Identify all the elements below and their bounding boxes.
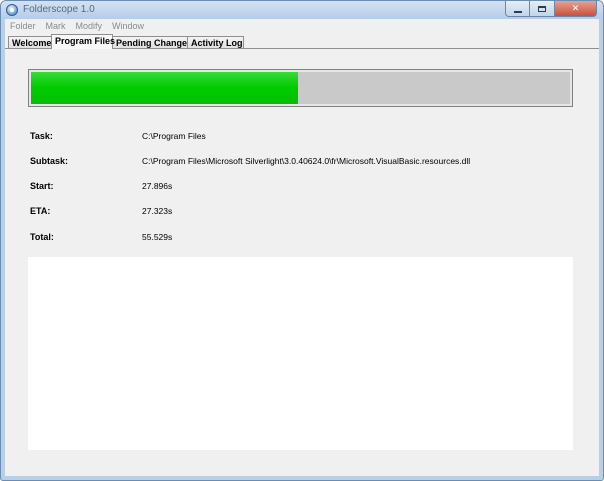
progress-track xyxy=(31,72,570,104)
caption-buttons: ✕ xyxy=(505,1,597,17)
subtask-label: Subtask: xyxy=(30,156,69,166)
eta-label: ETA: xyxy=(30,206,51,216)
start-label: Start: xyxy=(30,181,54,191)
menu-window[interactable]: Window xyxy=(107,19,149,33)
menu-bar: Folder Mark Modify Window xyxy=(5,19,599,33)
menu-folder[interactable]: Folder xyxy=(5,19,41,33)
menu-mark[interactable]: Mark xyxy=(41,19,71,33)
window-title: Folderscope 1.0 xyxy=(23,4,95,15)
close-button[interactable]: ✕ xyxy=(555,1,597,17)
total-label: Total: xyxy=(30,232,54,242)
close-icon: ✕ xyxy=(571,3,580,13)
eta-value: 27.323s xyxy=(142,206,173,216)
subtask-value: C:\Program Files\Microsoft Silverlight\3… xyxy=(142,156,471,166)
minimize-button[interactable] xyxy=(505,1,530,17)
start-value: 27.896s xyxy=(142,181,173,191)
scan-progress-bar xyxy=(28,69,573,107)
minimize-icon xyxy=(513,10,522,13)
task-value: C:\Program Files xyxy=(142,131,206,141)
app-window: Folderscope 1.0 ✕ Folder Mark Modify Win… xyxy=(0,0,604,481)
task-label: Task: xyxy=(30,131,53,141)
tab-strip: Welcome Program Files Pending Changes Ac… xyxy=(5,33,599,49)
total-value: 55.529s xyxy=(142,232,173,242)
maximize-icon xyxy=(538,5,546,12)
title-bar[interactable]: Folderscope 1.0 ✕ xyxy=(1,1,603,19)
maximize-button[interactable] xyxy=(530,1,555,17)
menu-modify[interactable]: Modify xyxy=(71,19,108,33)
tab-program-files[interactable]: Program Files xyxy=(51,34,115,49)
log-output-area[interactable] xyxy=(28,257,573,450)
progress-fill xyxy=(31,72,298,104)
folderscope-app-icon[interactable] xyxy=(6,4,18,16)
tab-content-panel: Task: C:\Program Files Subtask: C:\Progr… xyxy=(5,48,599,476)
